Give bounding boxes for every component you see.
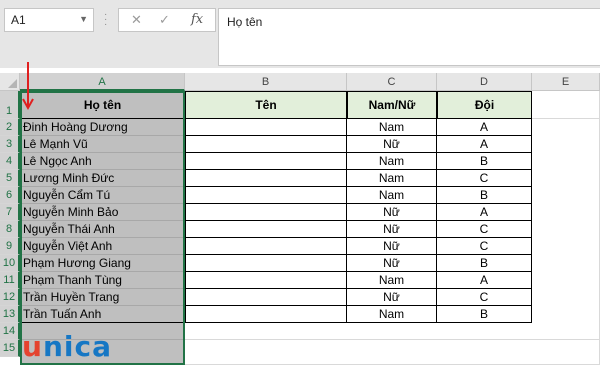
cell-a6[interactable]: Nguyễn Cẩm Tú — [20, 187, 185, 204]
cell-b12[interactable] — [185, 289, 347, 306]
column-header-d[interactable]: D — [437, 73, 532, 91]
row-header-15[interactable]: 15 — [0, 340, 20, 357]
fx-icon[interactable]: fx — [191, 12, 203, 27]
cell-b11[interactable] — [185, 272, 347, 289]
cell-d3[interactable]: A — [437, 136, 532, 153]
row-header-10[interactable]: 10 — [0, 255, 20, 272]
cell-b3[interactable] — [185, 136, 347, 153]
cell-d8[interactable]: C — [437, 221, 532, 238]
cell-b10[interactable] — [185, 255, 347, 272]
cell-c9[interactable]: Nữ — [347, 238, 437, 255]
cell-c11[interactable]: Nam — [347, 272, 437, 289]
cell-a2[interactable]: Đinh Hoàng Dương — [20, 119, 185, 136]
row-header-13[interactable]: 13 — [0, 306, 20, 323]
cell-c8[interactable]: Nữ — [347, 221, 437, 238]
cell-a3[interactable]: Lê Mạnh Vũ — [20, 136, 185, 153]
cell-a7[interactable]: Nguyễn Minh Bảo — [20, 204, 185, 221]
cell-d2[interactable]: A — [437, 119, 532, 136]
cell-b5[interactable] — [185, 170, 347, 187]
cell-c3[interactable]: Nữ — [347, 136, 437, 153]
cell-c4[interactable]: Nam — [347, 153, 437, 170]
chevron-down-icon[interactable]: ▼ — [79, 14, 88, 24]
row-14-empty — [185, 323, 600, 340]
cell-d6[interactable]: B — [437, 187, 532, 204]
formula-tools: ✕ ✓ fx — [118, 8, 216, 32]
name-box-value: A1 — [11, 13, 26, 27]
formula-input[interactable]: Họ tên — [218, 8, 600, 66]
row-header-9[interactable]: 9 — [0, 238, 20, 255]
cell-c2[interactable]: Nam — [347, 119, 437, 136]
cell-e1[interactable] — [532, 91, 600, 119]
drag-handle-icon[interactable]: · · · — [104, 10, 107, 30]
row-header-12[interactable]: 12 — [0, 289, 20, 306]
cell-b9[interactable] — [185, 238, 347, 255]
cell-a11[interactable]: Phạm Thanh Tùng — [20, 272, 185, 289]
cell-c1[interactable]: Nam/Nữ — [347, 91, 437, 119]
cell-d5[interactable]: C — [437, 170, 532, 187]
cell-c12[interactable]: Nữ — [347, 289, 437, 306]
cell-b7[interactable] — [185, 204, 347, 221]
cell-d11[interactable]: A — [437, 272, 532, 289]
arrow-down-icon — [22, 62, 34, 111]
cell-a1[interactable]: Họ tên — [20, 91, 185, 119]
row-header-7[interactable]: 7 — [0, 204, 20, 221]
row-header-11[interactable]: 11 — [0, 272, 20, 289]
cell-a12[interactable]: Trần Huyền Trang — [20, 289, 185, 306]
row-header-14[interactable]: 14 — [0, 323, 20, 340]
cell-b2[interactable] — [185, 119, 347, 136]
row-header-3[interactable]: 3 — [0, 136, 20, 153]
select-all-triangle-icon — [8, 79, 17, 88]
cell-c5[interactable]: Nam — [347, 170, 437, 187]
column-e-empty — [532, 119, 600, 323]
cancel-x-icon[interactable]: ✕ — [131, 12, 142, 28]
column-header-b[interactable]: B — [185, 73, 347, 91]
cell-d7[interactable]: A — [437, 204, 532, 221]
cell-a13[interactable]: Trần Tuấn Anh — [20, 306, 185, 323]
cell-a4[interactable]: Lê Ngọc Anh — [20, 153, 185, 170]
row-header-2[interactable]: 2 — [0, 119, 20, 136]
row-header-8[interactable]: 8 — [0, 221, 20, 238]
cell-b6[interactable] — [185, 187, 347, 204]
unica-logo: unica — [22, 330, 112, 363]
formula-bar-area: A1 ▼ · · · ✕ ✓ fx Họ tên — [0, 0, 600, 68]
cell-d4[interactable]: B — [437, 153, 532, 170]
row-header-5[interactable]: 5 — [0, 170, 20, 187]
column-header-a[interactable]: A — [20, 73, 185, 91]
name-box[interactable]: A1 ▼ — [4, 8, 94, 32]
row-15-empty — [185, 340, 600, 365]
select-all-corner[interactable] — [0, 73, 20, 91]
cell-a8[interactable]: Nguyễn Thái Anh — [20, 221, 185, 238]
cell-b8[interactable] — [185, 221, 347, 238]
cell-a5[interactable]: Lương Minh Đức — [20, 170, 185, 187]
cell-d13[interactable]: B — [437, 306, 532, 323]
formula-value: Họ tên — [227, 15, 263, 29]
cell-c7[interactable]: Nữ — [347, 204, 437, 221]
row-header-6[interactable]: 6 — [0, 187, 20, 204]
cell-c6[interactable]: Nam — [347, 187, 437, 204]
cell-b1[interactable]: Tên — [185, 91, 347, 119]
row-header-1[interactable]: 1 — [0, 91, 20, 119]
row-header-4[interactable]: 4 — [0, 153, 20, 170]
cell-b13[interactable] — [185, 306, 347, 323]
cell-d10[interactable]: B — [437, 255, 532, 272]
column-header-e[interactable]: E — [532, 73, 600, 91]
cell-c10[interactable]: Nữ — [347, 255, 437, 272]
cell-b4[interactable] — [185, 153, 347, 170]
cell-d1[interactable]: Đội — [437, 91, 532, 119]
cell-a10[interactable]: Phạm Hương Giang — [20, 255, 185, 272]
cell-c13[interactable]: Nam — [347, 306, 437, 323]
enter-check-icon[interactable]: ✓ — [159, 12, 170, 28]
column-header-c[interactable]: C — [347, 73, 437, 91]
cell-d12[interactable]: C — [437, 289, 532, 306]
cell-a9[interactable]: Nguyễn Việt Anh — [20, 238, 185, 255]
cell-d9[interactable]: C — [437, 238, 532, 255]
